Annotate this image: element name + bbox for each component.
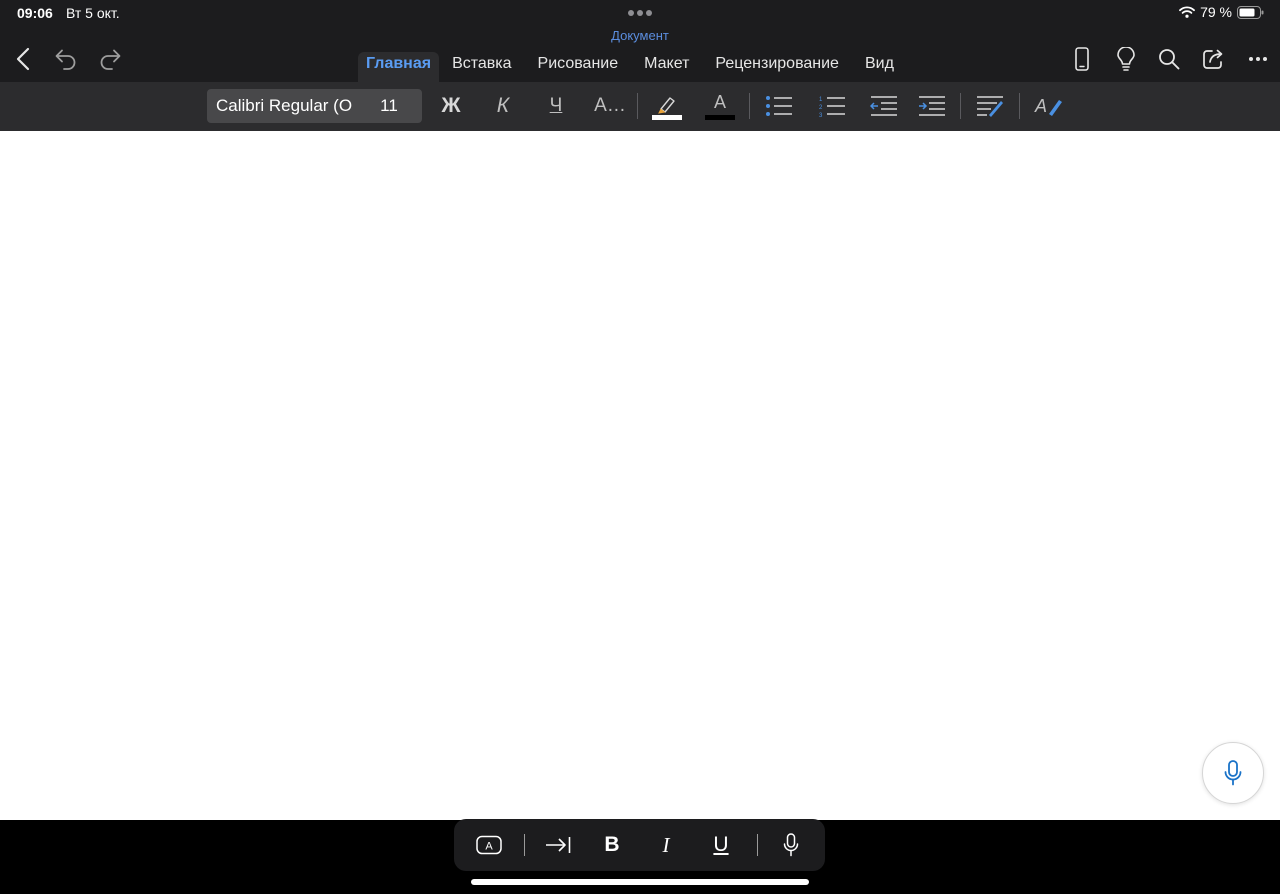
styles-icon: [1049, 100, 1062, 116]
kb-separator: [757, 834, 758, 856]
document-title[interactable]: Документ: [0, 28, 1280, 43]
kb-underline-button[interactable]: U: [706, 819, 736, 871]
svg-text:A: A: [485, 841, 493, 853]
back-button[interactable]: [10, 44, 36, 74]
font-color-button[interactable]: A: [703, 89, 737, 123]
share-icon: [1203, 49, 1223, 69]
lightbulb-icon: [1117, 47, 1135, 71]
italic-button[interactable]: К: [488, 89, 518, 123]
bold-button[interactable]: Ж: [436, 89, 466, 123]
tab-layout[interactable]: Макет: [631, 52, 702, 83]
decrease-indent-icon: [870, 96, 897, 116]
dictate-button[interactable]: [1202, 742, 1264, 804]
wifi-icon: [1179, 6, 1195, 18]
tab-key-button[interactable]: [543, 819, 573, 871]
text-box-button[interactable]: A: [474, 819, 504, 871]
more-font-formatting-button[interactable]: A…: [592, 89, 628, 123]
undo-icon: [55, 49, 76, 70]
redo-icon: [100, 49, 121, 70]
font-name-field[interactable]: Calibri Regular (O: [216, 89, 354, 123]
kb-separator: [524, 834, 525, 856]
status-date: Вт 5 окт.: [66, 5, 120, 21]
increase-indent-icon: [919, 96, 945, 116]
mic-icon: [783, 833, 799, 857]
svg-text:1: 1: [819, 97, 823, 103]
paragraph-formatting-button[interactable]: [974, 89, 1006, 123]
svg-text:2: 2: [819, 105, 823, 111]
underline-button[interactable]: Ч: [541, 89, 571, 123]
tab-home[interactable]: Главная: [358, 52, 440, 83]
redo-button[interactable]: [96, 45, 124, 73]
ribbon-toolbar: [0, 82, 1280, 131]
tab-draw[interactable]: Рисование: [525, 52, 632, 83]
tab-review[interactable]: Рецензирование: [702, 52, 852, 83]
kb-dictate-button[interactable]: [776, 819, 806, 871]
text-box-icon: A: [476, 835, 502, 855]
multitasking-dots-icon[interactable]: [628, 6, 652, 20]
font-color-swatch: [705, 115, 735, 120]
document-canvas[interactable]: [0, 131, 1280, 820]
undo-button[interactable]: [52, 45, 80, 73]
bullets-button[interactable]: [763, 89, 795, 123]
ribbon-separator: [960, 93, 961, 119]
tab-insert[interactable]: Вставка: [439, 52, 524, 83]
ribbon-separator: [749, 93, 750, 119]
decrease-indent-button[interactable]: [868, 89, 900, 123]
paragraph-format-icon: [977, 96, 1003, 117]
tab-view[interactable]: Вид: [852, 52, 907, 83]
styles-glyph: A: [1034, 95, 1047, 116]
font-color-glyph: A: [713, 92, 726, 112]
ribbon-separator: [637, 93, 638, 119]
font-size-field[interactable]: 11: [367, 89, 411, 123]
increase-indent-button[interactable]: [916, 89, 948, 123]
styles-button[interactable]: A: [1032, 89, 1066, 123]
bullet-list-icon: [766, 96, 792, 116]
status-indicators: 79 %: [1179, 4, 1264, 20]
numbered-list-icon: 1 2 3: [819, 97, 845, 117]
top-bar: 09:06 Вт 5 окт. Документ 79 % Главная Вс…: [0, 0, 1280, 83]
search-icon: [1159, 49, 1180, 70]
phone-icon: [1075, 47, 1089, 71]
highlight-color-button[interactable]: [650, 89, 684, 123]
kb-bold-button[interactable]: B: [597, 819, 627, 871]
kb-italic-button[interactable]: I: [651, 819, 681, 871]
numbering-button[interactable]: 1 2 3: [816, 89, 848, 123]
svg-text:3: 3: [819, 113, 823, 117]
search-button[interactable]: [1156, 45, 1182, 73]
back-icon: [16, 47, 30, 71]
highlighter-icon: [652, 97, 682, 120]
share-button[interactable]: [1200, 45, 1228, 73]
keyboard-shortcut-bar: A B I U: [454, 819, 825, 871]
tab-icon: [546, 837, 571, 853]
tell-me-button[interactable]: [1113, 45, 1139, 73]
ribbon-separator: [1019, 93, 1020, 119]
more-options-button[interactable]: [1245, 45, 1271, 73]
battery-percent: 79 %: [1200, 4, 1232, 20]
more-icon: [1249, 57, 1267, 61]
status-time: 09:06: [17, 5, 53, 21]
mic-icon: [1224, 760, 1242, 786]
ribbon-tabs: Главная Вставка Рисование Макет Рецензир…: [358, 51, 907, 83]
home-indicator[interactable]: [471, 879, 809, 885]
mobile-view-button[interactable]: [1070, 45, 1094, 73]
battery-icon: [1237, 5, 1264, 19]
font-picker: Calibri Regular (O 11: [207, 89, 422, 123]
